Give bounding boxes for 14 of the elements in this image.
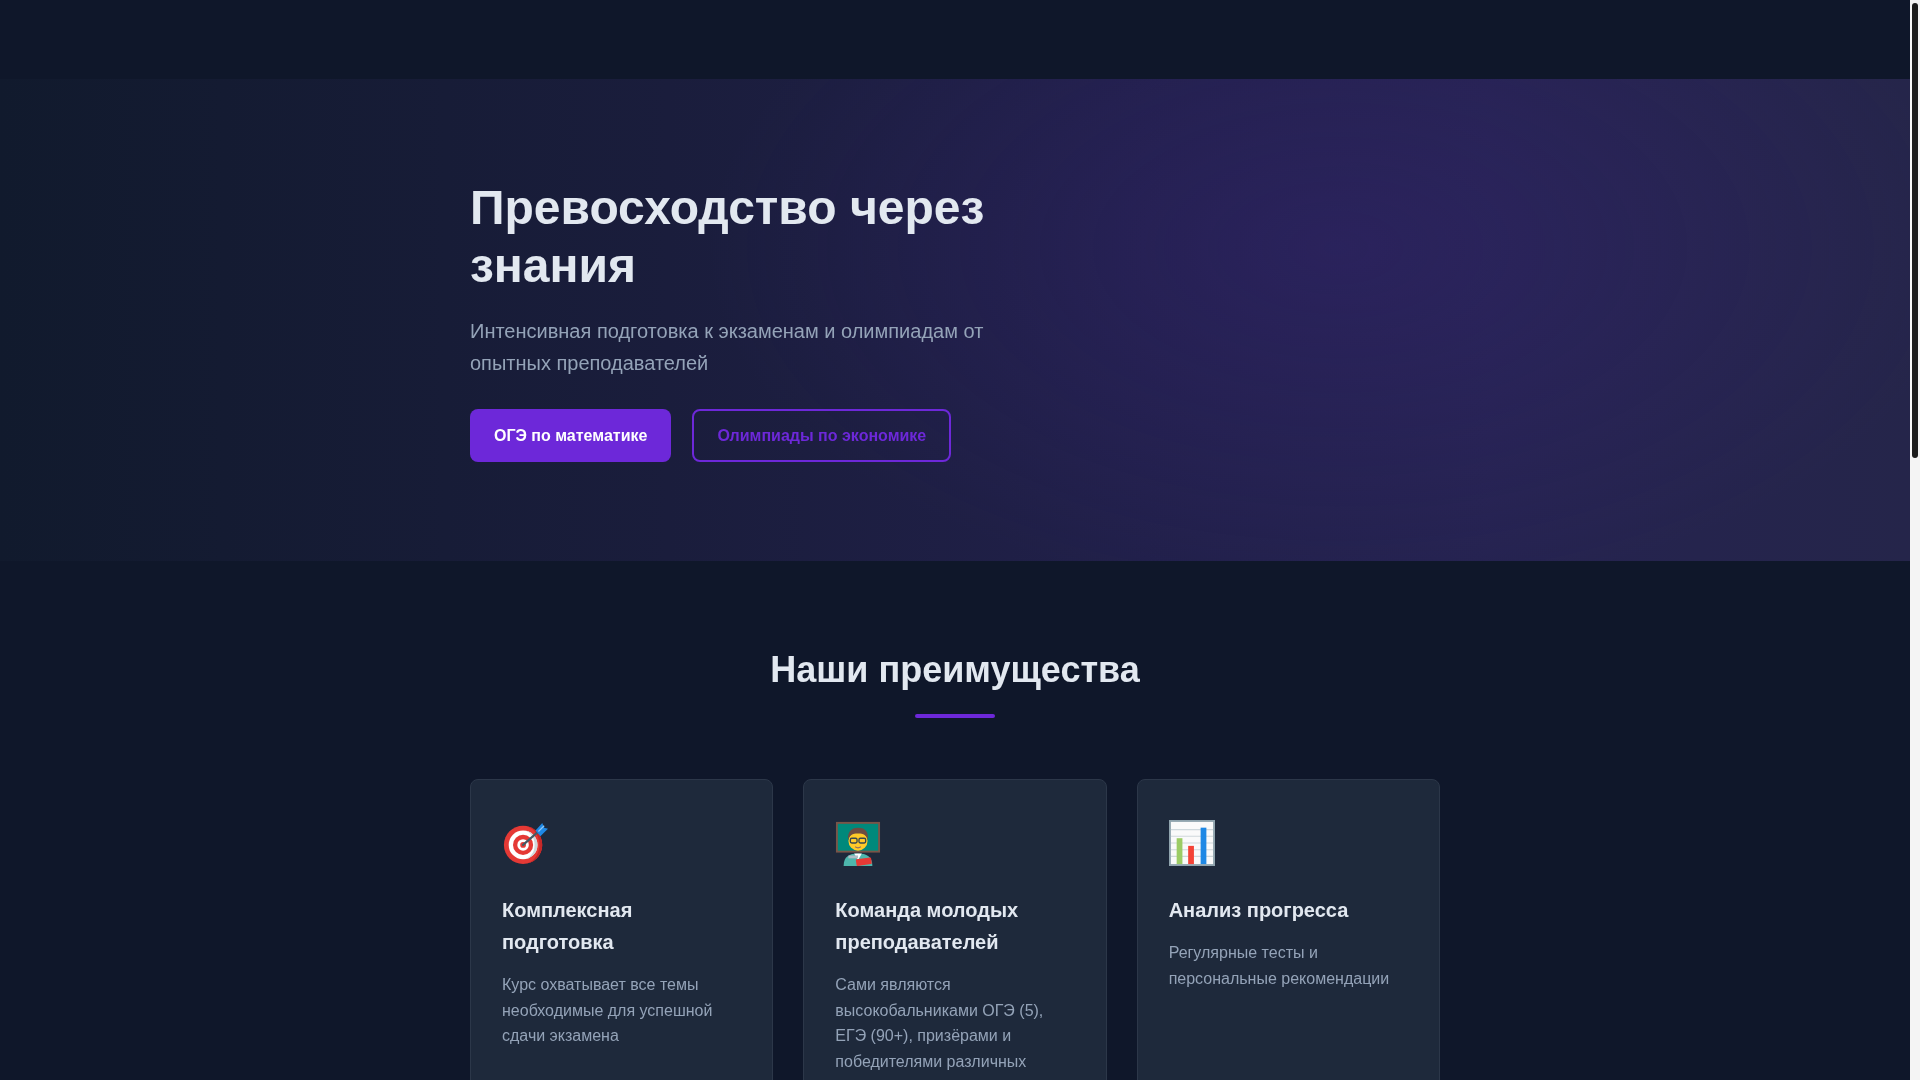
card-description: Регулярные тесты и персональные рекомендации	[1168, 943, 1391, 989]
card-title: Команда молодых преподавателей	[835, 898, 1020, 956]
card-description: Сами являются высокобальниками ОГЭ (5), ЕГЭ (90+), призёрами и победителями различных	[835, 975, 1045, 1072]
scrollbar-track[interactable]	[1910, 0, 1920, 1080]
card-title: Комплексная подготовка	[502, 898, 634, 956]
scrollbar-thumb[interactable]	[1912, 3, 1918, 458]
hero-title: Превосходство через знания	[470, 180, 986, 294]
bar-chart-icon	[1168, 820, 1215, 867]
primary-button[interactable]: ОГЭ по математике	[470, 409, 672, 463]
card-description: Курс охватывает все темы необходимые для успешной сдачи экзамена	[502, 975, 714, 1047]
teacher-icon	[835, 820, 882, 867]
card-title: Анализ прогресса	[1168, 898, 1350, 924]
section-title: Наши преимущества	[769, 648, 1141, 692]
hero-subtitle: Интенсивная подготовка к экзаменам и олимпиадам от опытных преподавателей	[470, 319, 985, 377]
